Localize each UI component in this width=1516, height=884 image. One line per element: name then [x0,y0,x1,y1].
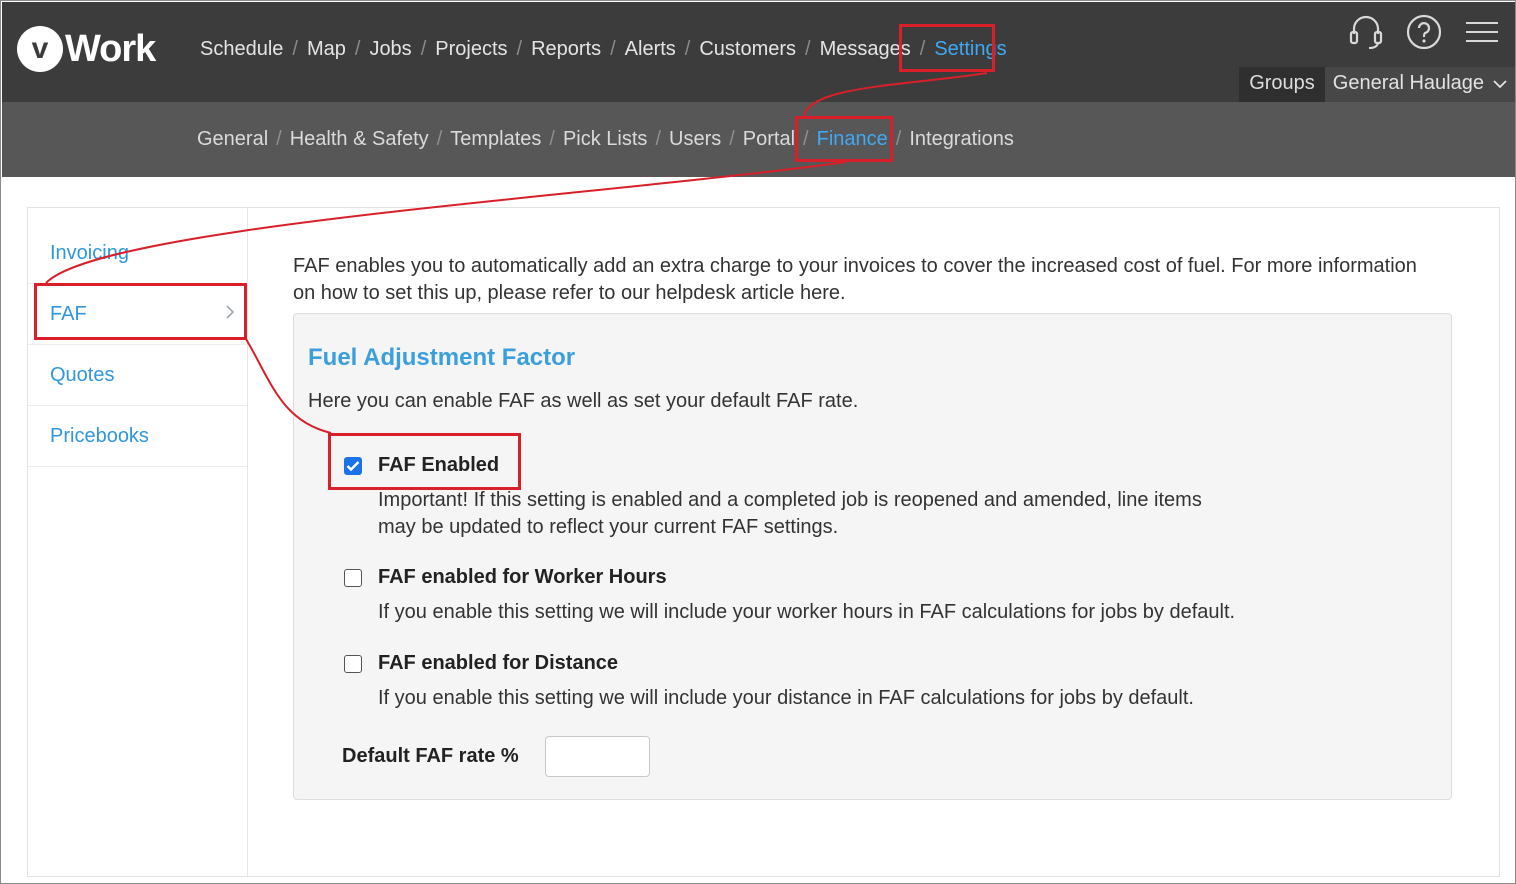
nav-separator: / [292,38,298,60]
subnav-integrations[interactable]: Integrations [909,128,1014,151]
sidebar-item-label: Invoicing [50,241,129,264]
logo-text: Work [65,27,156,70]
main-nav: Schedule / Map / Jobs / Projects / Repor… [200,38,1007,61]
sidebar-item-quotes[interactable]: Quotes [28,345,247,406]
sidebar-item-pricebooks[interactable]: Pricebooks [28,406,247,467]
subnav-separator: / [895,128,902,150]
nav-schedule[interactable]: Schedule [200,38,283,61]
nav-map[interactable]: Map [307,38,346,61]
nav-separator: / [420,38,427,60]
company-selector[interactable]: General Haulage [1324,67,1515,103]
subnav-pick-lists[interactable]: Pick Lists [563,128,647,151]
company-name: General Haulage [1332,72,1484,94]
nav-customers[interactable]: Customers [699,38,796,61]
nav-separator: / [805,38,811,60]
sidebar-item-label: Pricebooks [50,424,149,447]
logo-mark-icon: v [17,26,63,72]
logo-mark-letter: v [31,32,49,65]
annotation-box-settings [899,24,995,72]
nav-jobs[interactable]: Jobs [369,38,411,61]
subnav-templates[interactable]: Templates [450,128,541,151]
subnav-separator: / [655,128,661,150]
nav-separator: / [354,38,361,60]
sidebar-item-label: Quotes [50,363,115,386]
top-navigation-bar: v Work Schedule / Map / Jobs / Projects … [2,2,1515,103]
headset-icon[interactable] [1348,14,1384,50]
settings-sub-navigation: General / Health & Safety / Templates / … [2,102,1515,177]
nav-separator: / [684,38,691,60]
nav-reports[interactable]: Reports [531,38,601,61]
subnav-separator: / [729,128,735,150]
default-faf-rate-label: Default FAF rate % [342,745,519,767]
subnav-separator: / [276,128,282,150]
subnav-health-safety[interactable]: Health & Safety [290,128,429,151]
subnav-general[interactable]: General [197,128,268,151]
faf-distance-checkbox[interactable] [344,654,362,673]
app-window: v Work Schedule / Map / Jobs / Projects … [0,0,1516,884]
faf-distance-help: If you enable this setting we will inclu… [378,687,1194,709]
faf-box-title: Fuel Adjustment Factor [308,344,576,371]
subnav-separator: / [436,128,443,150]
help-icon[interactable] [1406,14,1442,50]
sidebar-item-invoicing[interactable]: Invoicing [28,208,247,284]
faf-box-description: Here you can enable FAF as well as set y… [308,390,859,412]
faf-intro-text: FAF enables you to automatically add an … [293,255,1417,304]
hamburger-menu-icon[interactable] [1464,14,1500,50]
annotation-box-faf-enabled [328,433,521,490]
subnav-portal[interactable]: Portal [743,128,795,151]
faf-worker-hours-label[interactable]: FAF enabled for Worker Hours [378,566,667,589]
finance-settings-panel: Invoicing FAF Quotes Pricebooks FAF enab… [27,207,1500,877]
chevron-down-icon [1484,72,1515,103]
top-icons [1348,14,1500,50]
subnav-separator: / [549,128,555,150]
nav-messages[interactable]: Messages [820,38,911,61]
nav-separator: / [610,38,616,60]
subnav-users[interactable]: Users [669,128,721,151]
groups-bar: Groups General Haulage [1239,67,1515,103]
faf-worker-hours-checkbox[interactable] [344,568,362,587]
annotation-box-finance [795,116,893,162]
annotation-box-faf [34,283,247,340]
faf-enabled-help: Important! If this setting is enabled an… [378,489,1202,538]
vwork-logo[interactable]: v Work [17,26,156,72]
nav-separator: / [516,38,523,60]
faf-distance-label[interactable]: FAF enabled for Distance [378,652,618,675]
faf-settings-box: Fuel Adjustment Factor Here you can enab… [293,313,1452,800]
faf-worker-hours-help: If you enable this setting we will inclu… [378,601,1236,623]
faf-content: FAF enables you to automatically add an … [293,253,1453,307]
faf-worker-hours-option: FAF enabled for Worker Hours If you enab… [344,566,1238,626]
nav-alerts[interactable]: Alerts [625,38,676,61]
nav-projects[interactable]: Projects [435,38,507,61]
groups-button[interactable]: Groups [1239,67,1325,103]
default-faf-rate-input[interactable] [544,736,650,777]
faf-distance-option: FAF enabled for Distance If you enable t… [344,652,1238,712]
default-faf-rate-row: Default FAF rate % [342,736,650,777]
